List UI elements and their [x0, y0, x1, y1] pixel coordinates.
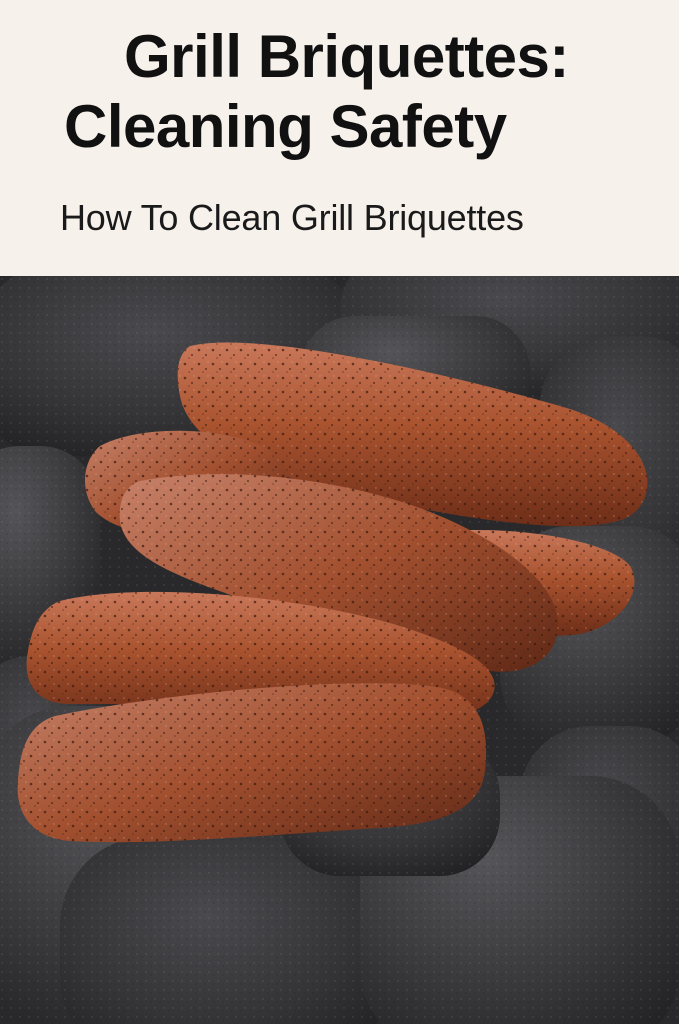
subtitle: How To Clean Grill Briquettes: [60, 197, 524, 238]
header: Grill Briquettes: Cleaning Safety How To…: [0, 0, 679, 276]
briquettes-photo: [0, 276, 679, 1024]
title-line-1: Grill Briquettes:: [124, 23, 569, 90]
pin-card: Grill Briquettes: Cleaning Safety How To…: [0, 0, 679, 1024]
page-title: Grill Briquettes: Cleaning Safety: [0, 22, 679, 162]
title-line-2: Cleaning Safety: [64, 93, 507, 160]
